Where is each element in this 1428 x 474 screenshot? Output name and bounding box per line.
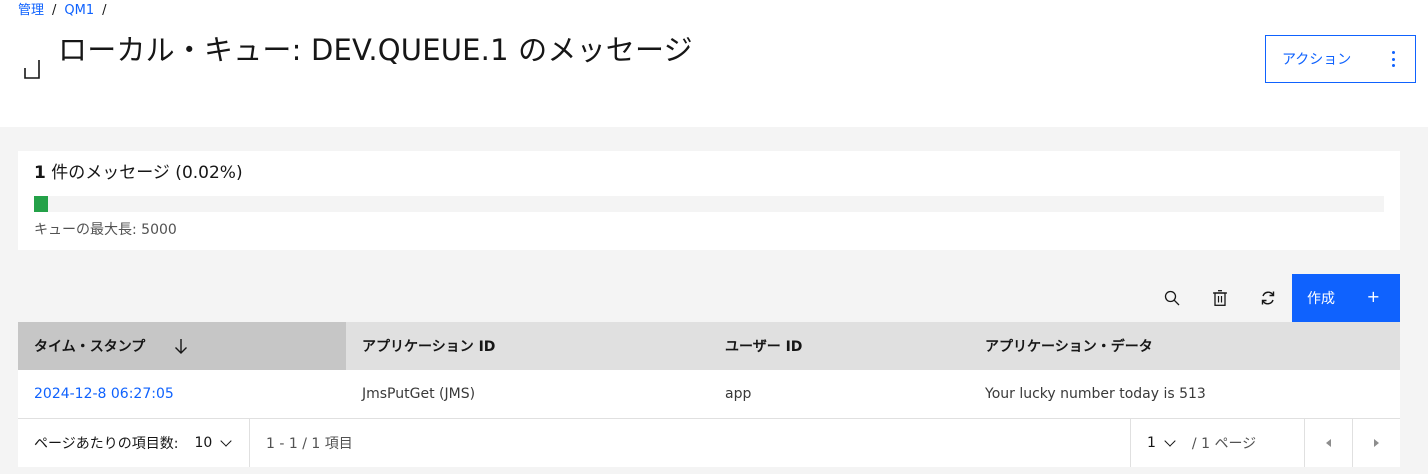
queue-depth-bar-fill [34, 196, 48, 212]
breadcrumb: 管理 / QM1 / [18, 2, 115, 20]
column-header-user-id[interactable]: ユーザー ID [709, 322, 969, 370]
overflow-menu-icon [1391, 51, 1395, 67]
sort-descending-icon [173, 336, 189, 356]
items-per-page-value: 10 [194, 435, 213, 451]
previous-page-button[interactable] [1304, 419, 1352, 467]
plus-icon: + [1366, 287, 1380, 306]
page-select-value: 1 [1147, 435, 1156, 451]
queue-depth-bar [34, 196, 1384, 212]
message-count-number: 1 [34, 163, 46, 183]
messages-table: タイム・スタンプ アプリケーション ID ユーザー ID アプリケーション・デー… [18, 322, 1400, 419]
column-header-application-data[interactable]: アプリケーション・データ [969, 322, 1400, 370]
column-header-label: アプリケーション・データ [985, 339, 1153, 355]
max-depth-label: キューの最大長: 5000 [34, 222, 177, 238]
refresh-icon[interactable] [1244, 274, 1292, 322]
breadcrumb-separator: / [102, 3, 107, 18]
page-selector: 1 / 1 ページ [1130, 419, 1304, 467]
breadcrumb-item-admin[interactable]: 管理 [18, 2, 44, 20]
items-per-page-label: ページあたりの項目数: [34, 436, 179, 452]
column-header-label: アプリケーション ID [362, 339, 496, 355]
message-link[interactable]: 2024-12-8 06:27:05 [34, 386, 174, 402]
page-select[interactable]: 1 [1147, 435, 1176, 451]
cell-timestamp: 2024-12-8 06:27:05 [18, 370, 346, 418]
items-per-page-select[interactable]: 10 [194, 435, 232, 451]
message-count-text: 件のメッセージ (0.02%) [45, 163, 243, 183]
message-count: 1 件のメッセージ (0.02%) [34, 161, 243, 185]
breadcrumb-item-qm1[interactable]: QM1 [64, 2, 94, 20]
column-header-label: ユーザー ID [725, 339, 803, 355]
caret-right-icon [1374, 439, 1379, 447]
column-header-timestamp[interactable]: タイム・スタンプ [18, 322, 346, 370]
actions-button[interactable]: アクション [1265, 35, 1416, 83]
next-page-button[interactable] [1352, 419, 1400, 467]
items-per-page: ページあたりの項目数: 10 [18, 419, 250, 467]
page-title: ローカル・キュー: DEV.QUEUE.1 のメッセージ [58, 33, 693, 67]
column-header-label: タイム・スタンプ [34, 339, 146, 355]
chevron-down-icon [1164, 435, 1176, 447]
table-row[interactable]: 2024-12-8 06:27:05 JmsPutGet (JMS) app Y… [18, 370, 1400, 419]
create-button[interactable]: 作成 + [1292, 274, 1400, 322]
caret-left-icon [1326, 439, 1331, 447]
main-content: 1 件のメッセージ (0.02%) キューの最大長: 5000 作成 + タイム… [0, 127, 1428, 474]
table-toolbar: 作成 + [1148, 274, 1400, 322]
cell-user-id: app [725, 386, 752, 402]
total-pages: / 1 ページ [1191, 436, 1257, 452]
table-header: タイム・スタンプ アプリケーション ID ユーザー ID アプリケーション・デー… [18, 322, 1400, 370]
queue-depth-summary: 1 件のメッセージ (0.02%) キューの最大長: 5000 [18, 151, 1400, 250]
page-header: 管理 / QM1 / ローカル・キュー: DEV.QUEUE.1 のメッセージ … [0, 0, 1428, 127]
trash-icon[interactable] [1196, 274, 1244, 322]
create-button-label: 作成 [1307, 291, 1335, 307]
item-range: 1 - 1 / 1 項目 [266, 436, 353, 452]
actions-button-label: アクション [1282, 52, 1352, 68]
chevron-down-icon [220, 435, 232, 447]
search-icon[interactable] [1148, 274, 1196, 322]
pagination-bar: ページあたりの項目数: 10 1 - 1 / 1 項目 1 / 1 ページ [18, 419, 1400, 467]
breadcrumb-separator: / [52, 3, 57, 18]
column-header-application-id[interactable]: アプリケーション ID [346, 322, 709, 370]
cell-application-data: Your lucky number today is 513 [985, 386, 1206, 402]
back-arrow-icon[interactable] [22, 56, 42, 80]
cell-application-id: JmsPutGet (JMS) [362, 386, 476, 402]
